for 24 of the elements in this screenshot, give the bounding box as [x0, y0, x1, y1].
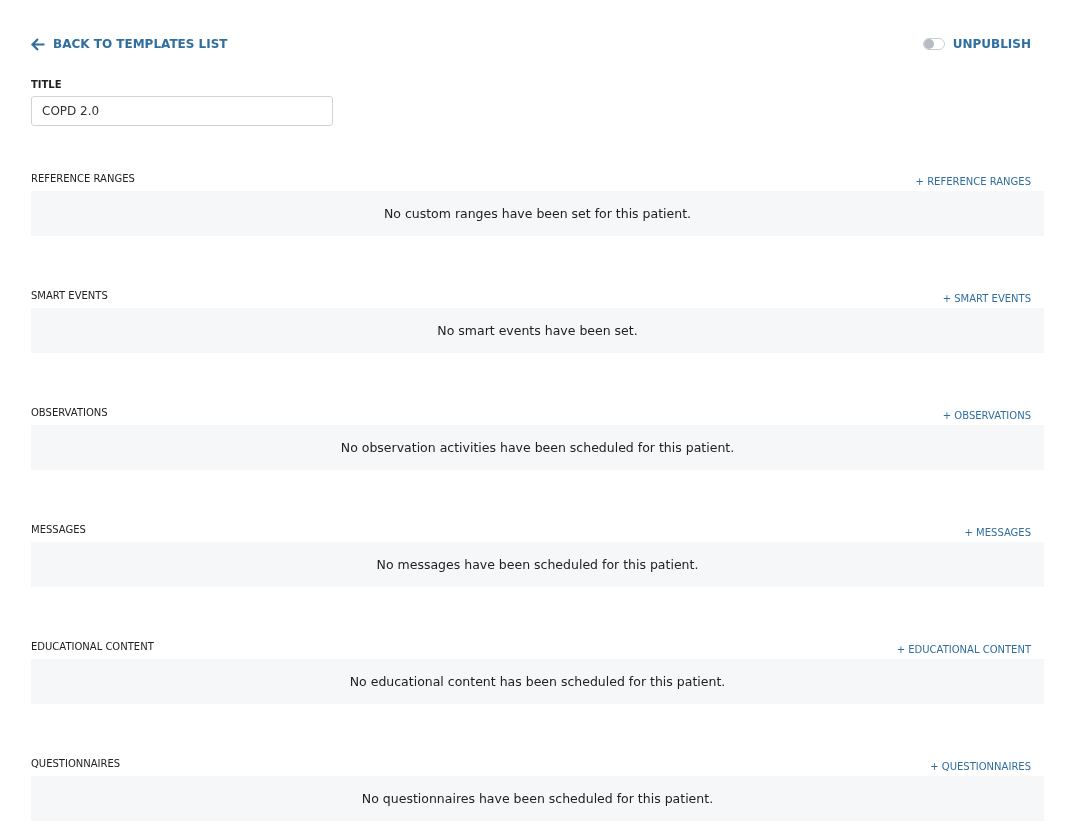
- empty-message: No observation activities have been scheduled for this patient.: [31, 425, 1044, 470]
- unpublish-label[interactable]: UNPUBLISH: [952, 37, 1031, 51]
- add-link[interactable]: + EDUCATIONAL CONTENT: [896, 644, 1031, 655]
- add-link[interactable]: + SMART EVENTS: [942, 293, 1031, 304]
- empty-message: No questionnaires have been scheduled for this patient.: [31, 776, 1044, 821]
- add-link[interactable]: + QUESTIONNAIRES: [930, 761, 1031, 772]
- toggle-switch[interactable]: [922, 38, 945, 50]
- add-link[interactable]: + MESSAGES: [964, 527, 1031, 538]
- empty-message: No custom ranges have been set for this patient.: [31, 191, 1044, 236]
- section-heading: MESSAGES: [31, 524, 86, 535]
- add-link[interactable]: + REFERENCE RANGES: [915, 176, 1031, 187]
- add-link[interactable]: + OBSERVATIONS: [942, 410, 1031, 421]
- section-heading: EDUCATIONAL CONTENT: [31, 641, 154, 652]
- field-label: TITLE: [31, 79, 63, 90]
- section-heading: SMART EVENTS: [31, 290, 108, 301]
- back-link[interactable]: BACK TO TEMPLATES LIST: [31, 37, 228, 51]
- arrow-left-icon: [31, 37, 45, 51]
- section-heading: REFERENCE RANGES: [31, 173, 135, 184]
- title-input-field[interactable]: COPD 2.0: [31, 96, 333, 126]
- section-heading: OBSERVATIONS: [31, 407, 108, 418]
- section-heading: QUESTIONNAIRES: [31, 758, 121, 769]
- empty-message: No messages have been scheduled for this patient.: [31, 542, 1044, 587]
- empty-message: No smart events have been set.: [31, 308, 1044, 353]
- empty-message: No educational content has been scheduled for this patient.: [31, 659, 1044, 704]
